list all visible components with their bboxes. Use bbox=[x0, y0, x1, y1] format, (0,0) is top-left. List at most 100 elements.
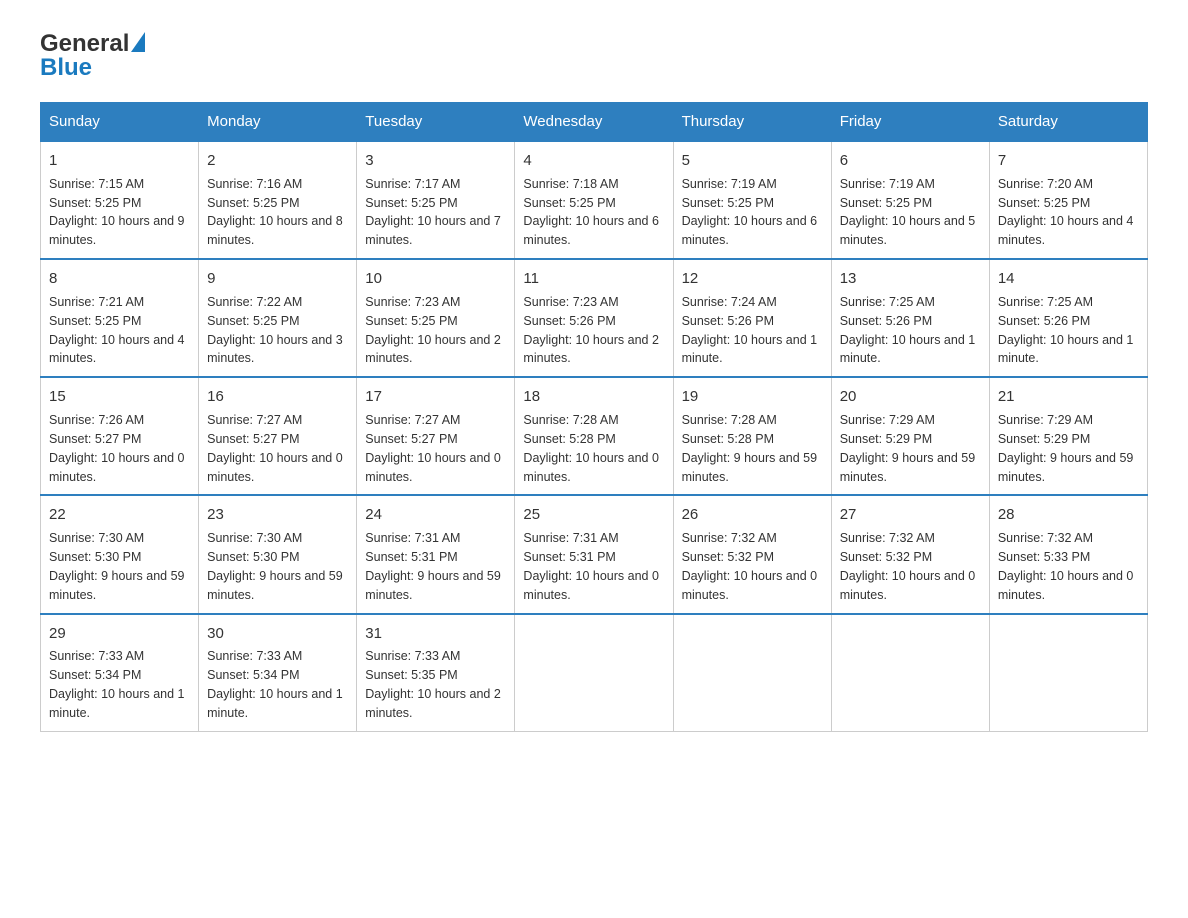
day-number: 14 bbox=[998, 268, 1139, 290]
day-number: 8 bbox=[49, 268, 190, 290]
calendar-cell: 1Sunrise: 7:15 AMSunset: 5:25 PMDaylight… bbox=[41, 141, 199, 259]
day-number: 27 bbox=[840, 504, 981, 526]
calendar-cell: 22 Sunrise: 7:30 AMSunset: 5:30 PMDayligh… bbox=[41, 495, 199, 613]
day-number: 31 bbox=[365, 623, 506, 645]
day-info: Sunrise: 7:22 AMSunset: 5:25 PMDaylight:… bbox=[207, 295, 343, 366]
day-number: 7 bbox=[998, 150, 1139, 172]
day-number: 30 bbox=[207, 623, 348, 645]
calendar-header: SundayMondayTuesdayWednesdayThursdayFrid… bbox=[41, 103, 1148, 142]
calendar-cell: 7 Sunrise: 7:20 AMSunset: 5:25 PMDaylight… bbox=[989, 141, 1147, 259]
day-info: Sunrise: 7:33 AMSunset: 5:34 PMDaylight:… bbox=[49, 649, 185, 720]
day-number: 28 bbox=[998, 504, 1139, 526]
col-header-wednesday: Wednesday bbox=[515, 103, 673, 142]
col-header-monday: Monday bbox=[199, 103, 357, 142]
week-row-1: 1Sunrise: 7:15 AMSunset: 5:25 PMDaylight… bbox=[41, 141, 1148, 259]
logo-blue-text: Blue bbox=[40, 54, 92, 82]
calendar-cell: 31 Sunrise: 7:33 AMSunset: 5:35 PMDayligh… bbox=[357, 614, 515, 732]
day-info: Sunrise: 7:19 AMSunset: 5:25 PMDaylight:… bbox=[840, 177, 976, 248]
calendar-cell: 21Sunrise: 7:29 AMSunset: 5:29 PMDayligh… bbox=[989, 377, 1147, 495]
day-info: Sunrise: 7:29 AMSunset: 5:29 PMDaylight:… bbox=[840, 413, 976, 484]
calendar-cell: 20Sunrise: 7:29 AMSunset: 5:29 PMDayligh… bbox=[831, 377, 989, 495]
day-info: Sunrise: 7:31 AMSunset: 5:31 PMDaylight:… bbox=[523, 531, 659, 602]
day-info: Sunrise: 7:27 AMSunset: 5:27 PMDaylight:… bbox=[365, 413, 501, 484]
calendar-cell: 13Sunrise: 7:25 AMSunset: 5:26 PMDayligh… bbox=[831, 259, 989, 377]
day-info: Sunrise: 7:20 AMSunset: 5:25 PMDaylight:… bbox=[998, 177, 1134, 248]
day-info: Sunrise: 7:30 AMSunset: 5:30 PMDaylight:… bbox=[49, 531, 185, 602]
day-number: 26 bbox=[682, 504, 823, 526]
day-info: Sunrise: 7:28 AMSunset: 5:28 PMDaylight:… bbox=[523, 413, 659, 484]
day-number: 5 bbox=[682, 150, 823, 172]
day-info: Sunrise: 7:23 AMSunset: 5:25 PMDaylight:… bbox=[365, 295, 501, 366]
day-info: Sunrise: 7:28 AMSunset: 5:28 PMDaylight:… bbox=[682, 413, 818, 484]
day-info: Sunrise: 7:32 AMSunset: 5:33 PMDaylight:… bbox=[998, 531, 1134, 602]
day-info: Sunrise: 7:32 AMSunset: 5:32 PMDaylight:… bbox=[682, 531, 818, 602]
calendar-cell: 17 Sunrise: 7:27 AMSunset: 5:27 PMDayligh… bbox=[357, 377, 515, 495]
calendar-cell: 29 Sunrise: 7:33 AMSunset: 5:34 PMDayligh… bbox=[41, 614, 199, 732]
day-number: 23 bbox=[207, 504, 348, 526]
day-number: 17 bbox=[365, 386, 506, 408]
calendar-cell: 25Sunrise: 7:31 AMSunset: 5:31 PMDayligh… bbox=[515, 495, 673, 613]
col-header-saturday: Saturday bbox=[989, 103, 1147, 142]
calendar-cell bbox=[673, 614, 831, 732]
calendar-cell: 5 Sunrise: 7:19 AMSunset: 5:25 PMDaylight… bbox=[673, 141, 831, 259]
calendar-cell: 3 Sunrise: 7:17 AMSunset: 5:25 PMDaylight… bbox=[357, 141, 515, 259]
calendar-cell: 26 Sunrise: 7:32 AMSunset: 5:32 PMDayligh… bbox=[673, 495, 831, 613]
calendar-cell: 11 Sunrise: 7:23 AMSunset: 5:26 PMDayligh… bbox=[515, 259, 673, 377]
day-number: 12 bbox=[682, 268, 823, 290]
day-number: 4 bbox=[523, 150, 664, 172]
day-info: Sunrise: 7:30 AMSunset: 5:30 PMDaylight:… bbox=[207, 531, 343, 602]
calendar-cell: 18 Sunrise: 7:28 AMSunset: 5:28 PMDayligh… bbox=[515, 377, 673, 495]
week-row-4: 22 Sunrise: 7:30 AMSunset: 5:30 PMDayligh… bbox=[41, 495, 1148, 613]
calendar-cell: 19Sunrise: 7:28 AMSunset: 5:28 PMDayligh… bbox=[673, 377, 831, 495]
day-info: Sunrise: 7:33 AMSunset: 5:34 PMDaylight:… bbox=[207, 649, 343, 720]
calendar-cell: 24 Sunrise: 7:31 AMSunset: 5:31 PMDayligh… bbox=[357, 495, 515, 613]
day-info: Sunrise: 7:21 AMSunset: 5:25 PMDaylight:… bbox=[49, 295, 185, 366]
day-number: 13 bbox=[840, 268, 981, 290]
day-info: Sunrise: 7:32 AMSunset: 5:32 PMDaylight:… bbox=[840, 531, 976, 602]
calendar-table: SundayMondayTuesdayWednesdayThursdayFrid… bbox=[40, 102, 1148, 732]
day-info: Sunrise: 7:24 AMSunset: 5:26 PMDaylight:… bbox=[682, 295, 818, 366]
week-row-5: 29 Sunrise: 7:33 AMSunset: 5:34 PMDayligh… bbox=[41, 614, 1148, 732]
calendar-cell bbox=[831, 614, 989, 732]
day-info: Sunrise: 7:25 AMSunset: 5:26 PMDaylight:… bbox=[998, 295, 1134, 366]
day-number: 3 bbox=[365, 150, 506, 172]
day-number: 2 bbox=[207, 150, 348, 172]
day-number: 22 bbox=[49, 504, 190, 526]
calendar-cell: 12 Sunrise: 7:24 AMSunset: 5:26 PMDayligh… bbox=[673, 259, 831, 377]
day-info: Sunrise: 7:17 AMSunset: 5:25 PMDaylight:… bbox=[365, 177, 501, 248]
calendar-cell: 10 Sunrise: 7:23 AMSunset: 5:25 PMDayligh… bbox=[357, 259, 515, 377]
day-number: 6 bbox=[840, 150, 981, 172]
day-number: 18 bbox=[523, 386, 664, 408]
calendar-cell: 8 Sunrise: 7:21 AMSunset: 5:25 PMDaylight… bbox=[41, 259, 199, 377]
logo: General Blue bbox=[40, 30, 145, 82]
day-number: 9 bbox=[207, 268, 348, 290]
calendar-cell: 23 Sunrise: 7:30 AMSunset: 5:30 PMDayligh… bbox=[199, 495, 357, 613]
col-header-friday: Friday bbox=[831, 103, 989, 142]
day-info: Sunrise: 7:26 AMSunset: 5:27 PMDaylight:… bbox=[49, 413, 185, 484]
day-number: 16 bbox=[207, 386, 348, 408]
day-number: 11 bbox=[523, 268, 664, 290]
day-info: Sunrise: 7:23 AMSunset: 5:26 PMDaylight:… bbox=[523, 295, 659, 366]
day-number: 29 bbox=[49, 623, 190, 645]
col-header-tuesday: Tuesday bbox=[357, 103, 515, 142]
day-number: 10 bbox=[365, 268, 506, 290]
day-number: 15 bbox=[49, 386, 190, 408]
day-info: Sunrise: 7:31 AMSunset: 5:31 PMDaylight:… bbox=[365, 531, 501, 602]
day-number: 1 bbox=[49, 150, 190, 172]
calendar-cell bbox=[515, 614, 673, 732]
calendar-cell: 14 Sunrise: 7:25 AMSunset: 5:26 PMDayligh… bbox=[989, 259, 1147, 377]
calendar-cell: 28 Sunrise: 7:32 AMSunset: 5:33 PMDayligh… bbox=[989, 495, 1147, 613]
logo-triangle-icon bbox=[131, 32, 145, 52]
day-info: Sunrise: 7:33 AMSunset: 5:35 PMDaylight:… bbox=[365, 649, 501, 720]
day-info: Sunrise: 7:29 AMSunset: 5:29 PMDaylight:… bbox=[998, 413, 1134, 484]
col-header-thursday: Thursday bbox=[673, 103, 831, 142]
day-info: Sunrise: 7:19 AMSunset: 5:25 PMDaylight:… bbox=[682, 177, 818, 248]
calendar-cell: 30 Sunrise: 7:33 AMSunset: 5:34 PMDayligh… bbox=[199, 614, 357, 732]
day-info: Sunrise: 7:27 AMSunset: 5:27 PMDaylight:… bbox=[207, 413, 343, 484]
day-info: Sunrise: 7:18 AMSunset: 5:25 PMDaylight:… bbox=[523, 177, 659, 248]
week-row-2: 8 Sunrise: 7:21 AMSunset: 5:25 PMDaylight… bbox=[41, 259, 1148, 377]
day-number: 24 bbox=[365, 504, 506, 526]
calendar-cell: 15 Sunrise: 7:26 AMSunset: 5:27 PMDayligh… bbox=[41, 377, 199, 495]
header-row: SundayMondayTuesdayWednesdayThursdayFrid… bbox=[41, 103, 1148, 142]
calendar-cell: 16 Sunrise: 7:27 AMSunset: 5:27 PMDayligh… bbox=[199, 377, 357, 495]
